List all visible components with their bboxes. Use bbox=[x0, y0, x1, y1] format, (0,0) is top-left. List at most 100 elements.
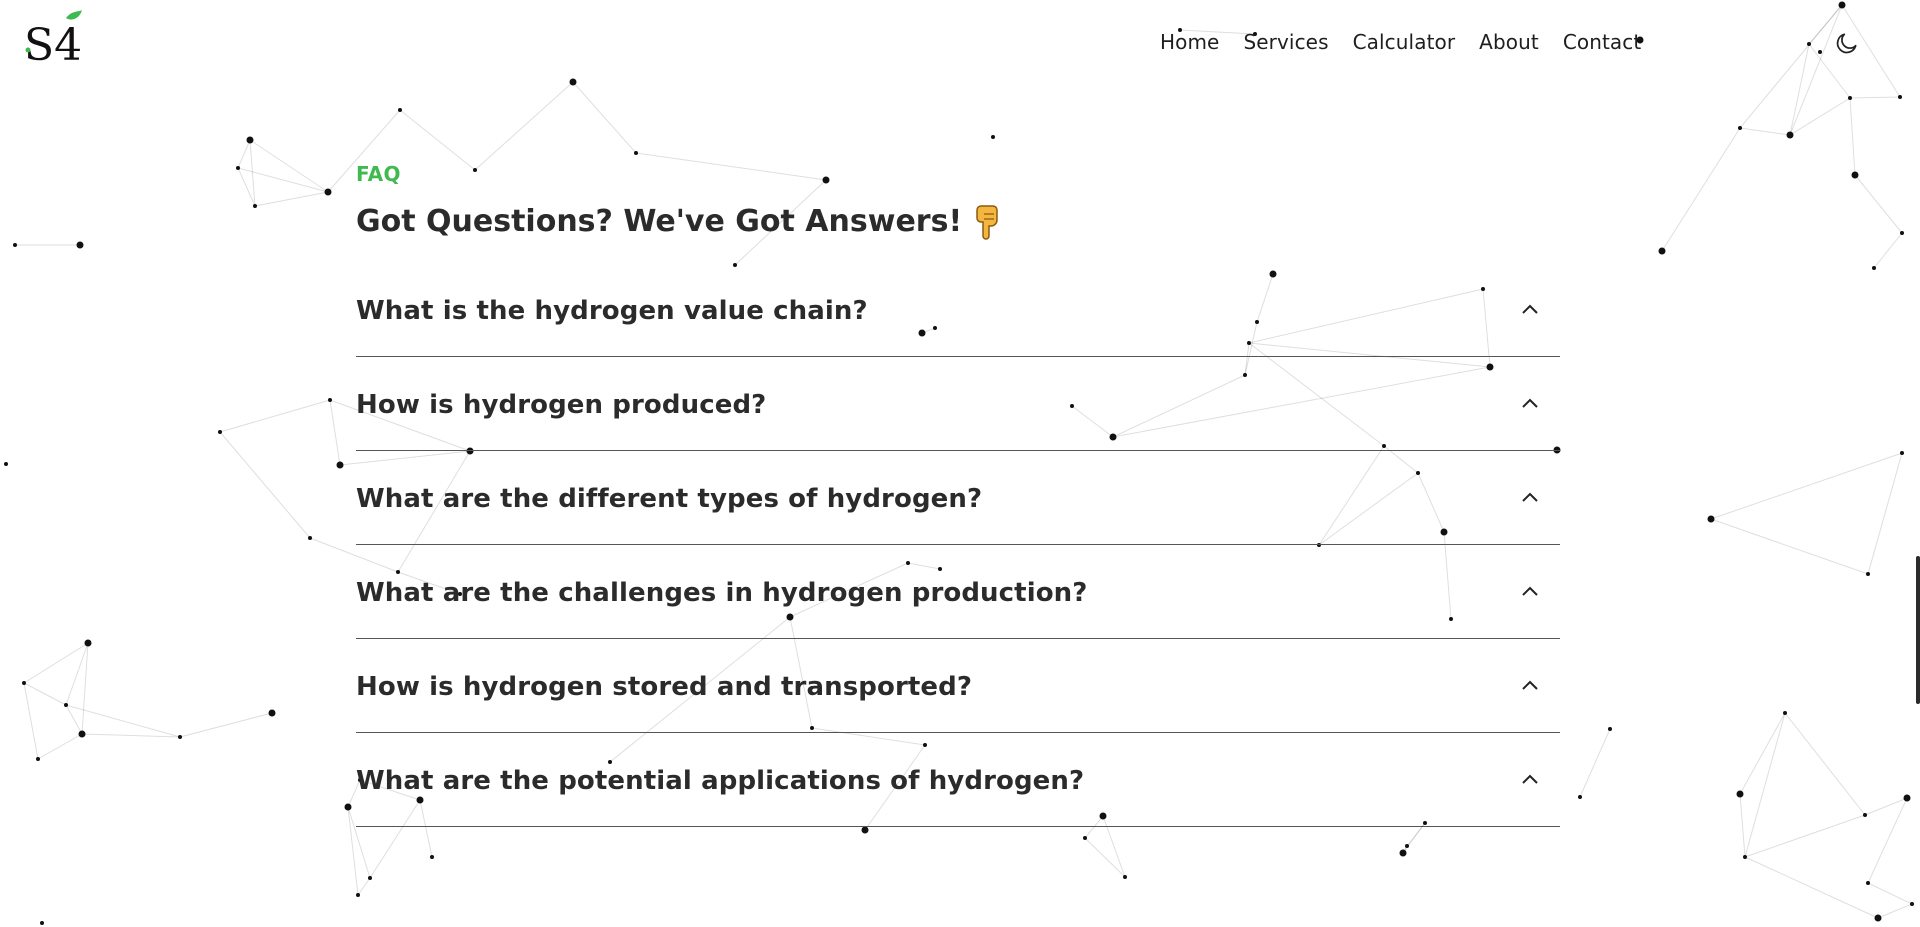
nav-services[interactable]: Services bbox=[1231, 29, 1340, 55]
network-node bbox=[368, 876, 372, 880]
network-link bbox=[1873, 232, 1903, 269]
chevron-up-icon[interactable] bbox=[1520, 584, 1540, 598]
faq-question[interactable]: What is the hydrogen value chain? bbox=[356, 294, 868, 328]
faq-item[interactable]: What are the potential applications of h… bbox=[356, 734, 1560, 827]
faq-question[interactable]: What are the different types of hydrogen… bbox=[356, 482, 982, 516]
network-node bbox=[1866, 572, 1870, 576]
network-node bbox=[356, 893, 360, 897]
faq-question[interactable]: What are the challenges in hydrogen prod… bbox=[356, 576, 1087, 610]
network-node bbox=[1863, 813, 1867, 817]
network-link bbox=[1739, 793, 1746, 858]
network-node bbox=[861, 826, 869, 834]
network-node bbox=[336, 461, 344, 469]
network-node bbox=[1848, 96, 1852, 100]
network-node bbox=[64, 703, 68, 707]
network-node bbox=[253, 204, 257, 208]
network-link bbox=[1867, 882, 1913, 905]
faq-item[interactable]: What is the hydrogen value chain? bbox=[356, 264, 1560, 357]
network-node bbox=[1123, 875, 1127, 879]
network-node bbox=[178, 735, 182, 739]
network-link bbox=[23, 682, 67, 706]
faq-list: What is the hydrogen value chain? How is… bbox=[356, 264, 1560, 827]
network-node bbox=[1738, 126, 1742, 130]
network-node bbox=[13, 243, 17, 247]
network-link bbox=[1739, 712, 1786, 795]
nav-contact[interactable]: Contact bbox=[1551, 29, 1654, 55]
network-link bbox=[1867, 452, 1903, 575]
faq-item[interactable]: What are the challenges in hydrogen prod… bbox=[356, 546, 1560, 639]
network-link bbox=[1710, 452, 1903, 520]
chevron-up-icon[interactable] bbox=[1520, 772, 1540, 786]
chevron-up-icon[interactable] bbox=[1520, 490, 1540, 504]
faq-item[interactable]: How is hydrogen stored and transported? bbox=[356, 640, 1560, 733]
network-node bbox=[1900, 451, 1904, 455]
nav-calculator[interactable]: Calculator bbox=[1341, 29, 1468, 55]
network-node bbox=[1707, 515, 1715, 523]
network-link bbox=[1579, 728, 1611, 798]
network-node bbox=[430, 855, 434, 859]
network-link bbox=[179, 712, 273, 738]
nav-about[interactable]: About bbox=[1467, 29, 1551, 55]
network-node bbox=[1608, 727, 1612, 731]
network-node bbox=[1910, 902, 1914, 906]
faq-question[interactable]: How is hydrogen stored and transported? bbox=[356, 670, 972, 704]
chevron-up-icon[interactable] bbox=[1520, 396, 1540, 410]
faq-item[interactable]: What are the different types of hydrogen… bbox=[356, 452, 1560, 545]
network-link bbox=[1661, 127, 1741, 252]
network-link bbox=[1849, 97, 1856, 176]
network-link bbox=[1744, 712, 1786, 858]
network-node bbox=[1851, 171, 1859, 179]
faq-question[interactable]: What are the potential applications of h… bbox=[356, 764, 1084, 798]
network-node bbox=[246, 136, 254, 144]
network-node bbox=[76, 241, 84, 249]
network-node bbox=[991, 135, 995, 139]
network-link bbox=[1084, 837, 1126, 878]
network-link bbox=[1402, 822, 1426, 854]
logo-text: S4 bbox=[24, 20, 82, 68]
network-link bbox=[81, 733, 181, 738]
network-node bbox=[1898, 95, 1902, 99]
network-link bbox=[237, 167, 329, 193]
network-link bbox=[1854, 174, 1903, 234]
network-link bbox=[23, 642, 89, 684]
section-title: Got Questions? We've Got Answers! bbox=[356, 202, 1560, 242]
network-link bbox=[219, 431, 311, 539]
pointing-down-hand-icon bbox=[976, 205, 998, 240]
network-node bbox=[1083, 836, 1087, 840]
scrollbar-thumb[interactable] bbox=[1916, 556, 1920, 704]
chevron-up-icon[interactable] bbox=[1520, 302, 1540, 316]
site-header: S4 Home Services Calculator About Contac… bbox=[0, 0, 1920, 84]
network-link bbox=[1877, 903, 1913, 919]
network-link bbox=[572, 81, 637, 154]
faq-item[interactable]: How is hydrogen produced? bbox=[356, 358, 1560, 451]
section-title-text: Got Questions? We've Got Answers! bbox=[356, 204, 963, 239]
network-node bbox=[1903, 794, 1911, 802]
network-node bbox=[218, 430, 222, 434]
network-node bbox=[4, 462, 8, 466]
network-node bbox=[1658, 247, 1666, 255]
network-node bbox=[344, 803, 352, 811]
network-link bbox=[1710, 518, 1869, 575]
network-node bbox=[1399, 849, 1407, 857]
network-link bbox=[65, 704, 83, 735]
faq-question[interactable]: How is hydrogen produced? bbox=[356, 388, 766, 422]
network-node bbox=[78, 730, 86, 738]
network-node bbox=[308, 536, 312, 540]
chevron-up-icon[interactable] bbox=[1520, 678, 1540, 692]
nav-home[interactable]: Home bbox=[1148, 29, 1231, 55]
network-node bbox=[1736, 790, 1744, 798]
network-link bbox=[329, 399, 341, 466]
main-nav: Home Services Calculator About Contact bbox=[1148, 29, 1653, 55]
moon-icon[interactable] bbox=[1834, 30, 1860, 56]
network-link bbox=[249, 139, 329, 193]
network-link bbox=[1867, 797, 1908, 884]
faq-section: FAQ Got Questions? We've Got Answers! Wh… bbox=[356, 160, 1560, 827]
section-eyebrow: FAQ bbox=[356, 162, 401, 186]
network-node bbox=[22, 681, 26, 685]
network-node bbox=[398, 108, 402, 112]
network-link bbox=[1784, 712, 1866, 816]
network-node bbox=[84, 639, 92, 647]
network-link bbox=[254, 191, 329, 207]
network-link bbox=[1739, 127, 1791, 136]
logo[interactable]: S4 bbox=[22, 8, 88, 68]
